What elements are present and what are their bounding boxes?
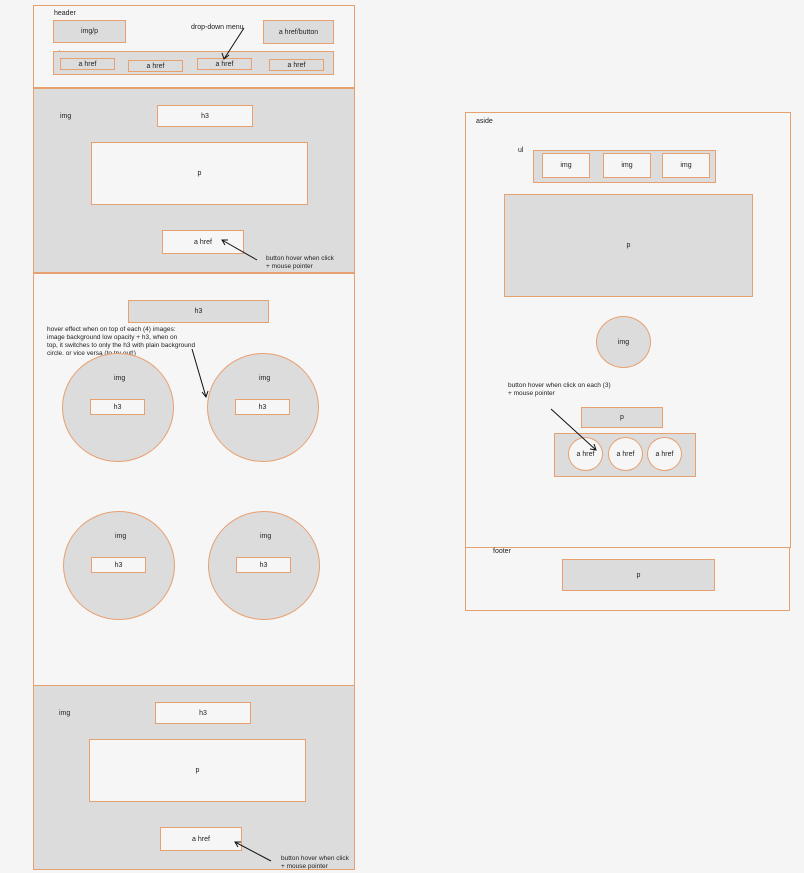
header-action-button[interactable]: a href/button <box>263 20 334 44</box>
nav-link-4[interactable]: a href <box>269 59 324 71</box>
hero-heading: h3 <box>157 105 253 127</box>
gallery-h3-2: h3 <box>235 399 290 415</box>
gallery-img-label-2: img <box>259 375 271 382</box>
header-section <box>33 5 355 88</box>
gallery-h3-1: h3 <box>90 399 145 415</box>
aside-label: aside <box>476 118 493 125</box>
aside-ul-label: ul <box>518 147 524 154</box>
hero-img-label: img <box>60 113 72 120</box>
hero-button-note: button hover when click + mouse pointer <box>266 255 334 270</box>
aside-button-note: button hover when click on each (3) + mo… <box>508 382 611 397</box>
dropdown-note: drop-down menu <box>191 24 244 31</box>
header-label: header <box>54 10 76 17</box>
bottom-link-button[interactable]: a href <box>160 827 242 851</box>
aside-image-3[interactable]: img <box>662 153 710 178</box>
bottom-paragraph: p <box>89 739 306 802</box>
aside-link-3[interactable]: a href <box>647 437 682 471</box>
footer-label: footer <box>493 548 511 555</box>
aside-small-paragraph: p <box>581 407 663 428</box>
header-logo-box[interactable]: img/p <box>53 20 126 43</box>
aside-link-2[interactable]: a href <box>608 437 643 471</box>
nav-link-1[interactable]: a href <box>60 58 115 70</box>
gallery-heading: h3 <box>128 300 269 323</box>
gallery-img-label-4: img <box>260 533 272 540</box>
hero-paragraph: p <box>91 142 308 205</box>
nav-link-3[interactable]: a href <box>197 58 252 70</box>
hero-link-button[interactable]: a href <box>162 230 244 254</box>
aside-circle-img: img <box>596 316 651 368</box>
bottom-heading: h3 <box>155 702 251 724</box>
bottom-img-label: img <box>59 710 71 717</box>
gallery-h3-4: h3 <box>236 557 291 573</box>
gallery-img-label-3: img <box>115 533 127 540</box>
bottom-button-note: button hover when click + mouse pointer <box>281 855 349 870</box>
aside-image-1[interactable]: img <box>542 153 590 178</box>
gallery-img-label-1: img <box>114 375 126 382</box>
aside-image-2[interactable]: img <box>603 153 651 178</box>
aside-paragraph: p <box>504 194 753 297</box>
nav-link-2[interactable]: a href <box>128 60 183 72</box>
aside-link-1[interactable]: a href <box>568 437 603 471</box>
gallery-h3-3: h3 <box>91 557 146 573</box>
footer-paragraph: p <box>562 559 715 591</box>
